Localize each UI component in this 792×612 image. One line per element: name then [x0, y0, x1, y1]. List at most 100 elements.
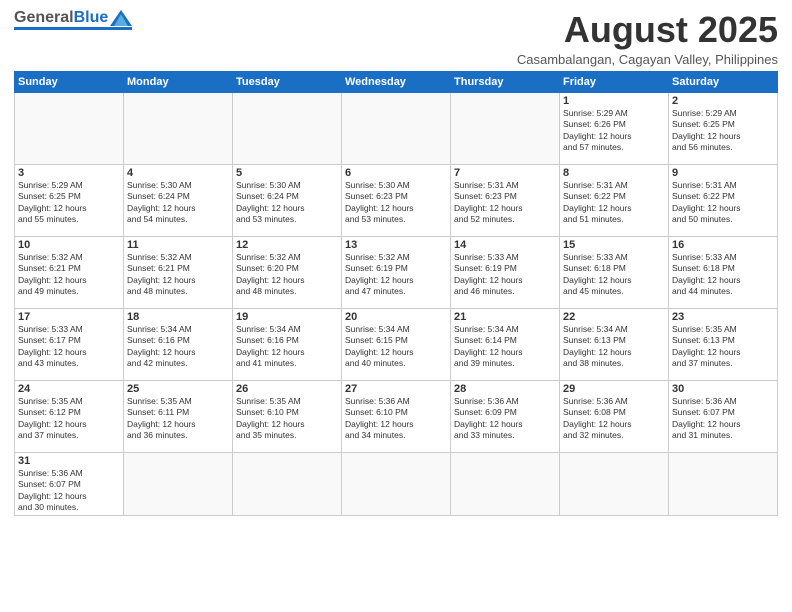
- day-info: Sunrise: 5:32 AM Sunset: 6:19 PM Dayligh…: [345, 252, 447, 298]
- day-info: Sunrise: 5:34 AM Sunset: 6:16 PM Dayligh…: [127, 324, 229, 370]
- table-row: [342, 452, 451, 516]
- day-info: Sunrise: 5:33 AM Sunset: 6:18 PM Dayligh…: [563, 252, 665, 298]
- table-row: 22Sunrise: 5:34 AM Sunset: 6:13 PM Dayli…: [560, 308, 669, 380]
- day-info: Sunrise: 5:36 AM Sunset: 6:08 PM Dayligh…: [563, 396, 665, 442]
- table-row: 18Sunrise: 5:34 AM Sunset: 6:16 PM Dayli…: [124, 308, 233, 380]
- calendar-week-4: 17Sunrise: 5:33 AM Sunset: 6:17 PM Dayli…: [15, 308, 778, 380]
- header: General Blue August 2025 Casambalangan, …: [14, 10, 778, 67]
- day-number: 22: [563, 311, 665, 323]
- day-number: 12: [236, 239, 338, 251]
- day-number: 23: [672, 311, 774, 323]
- table-row: 7Sunrise: 5:31 AM Sunset: 6:23 PM Daylig…: [451, 164, 560, 236]
- day-number: 19: [236, 311, 338, 323]
- table-row: 17Sunrise: 5:33 AM Sunset: 6:17 PM Dayli…: [15, 308, 124, 380]
- subtitle: Casambalangan, Cagayan Valley, Philippin…: [517, 52, 778, 67]
- calendar-page: General Blue August 2025 Casambalangan, …: [0, 0, 792, 612]
- col-thursday: Thursday: [451, 71, 560, 92]
- day-info: Sunrise: 5:29 AM Sunset: 6:26 PM Dayligh…: [563, 108, 665, 154]
- table-row: 12Sunrise: 5:32 AM Sunset: 6:20 PM Dayli…: [233, 236, 342, 308]
- logo-blue-text: Blue: [74, 10, 109, 26]
- col-friday: Friday: [560, 71, 669, 92]
- day-info: Sunrise: 5:29 AM Sunset: 6:25 PM Dayligh…: [18, 180, 120, 226]
- table-row: [669, 452, 778, 516]
- day-info: Sunrise: 5:32 AM Sunset: 6:21 PM Dayligh…: [127, 252, 229, 298]
- table-row: 25Sunrise: 5:35 AM Sunset: 6:11 PM Dayli…: [124, 380, 233, 452]
- table-row: 9Sunrise: 5:31 AM Sunset: 6:22 PM Daylig…: [669, 164, 778, 236]
- table-row: [124, 452, 233, 516]
- table-row: 16Sunrise: 5:33 AM Sunset: 6:18 PM Dayli…: [669, 236, 778, 308]
- table-row: [342, 92, 451, 164]
- table-row: 1Sunrise: 5:29 AM Sunset: 6:26 PM Daylig…: [560, 92, 669, 164]
- day-info: Sunrise: 5:30 AM Sunset: 6:23 PM Dayligh…: [345, 180, 447, 226]
- day-info: Sunrise: 5:31 AM Sunset: 6:23 PM Dayligh…: [454, 180, 556, 226]
- day-number: 9: [672, 167, 774, 179]
- day-info: Sunrise: 5:36 AM Sunset: 6:07 PM Dayligh…: [18, 468, 120, 514]
- day-number: 27: [345, 383, 447, 395]
- day-number: 21: [454, 311, 556, 323]
- day-number: 31: [18, 455, 120, 467]
- day-number: 5: [236, 167, 338, 179]
- day-info: Sunrise: 5:36 AM Sunset: 6:07 PM Dayligh…: [672, 396, 774, 442]
- col-wednesday: Wednesday: [342, 71, 451, 92]
- table-row: [124, 92, 233, 164]
- table-row: [15, 92, 124, 164]
- col-saturday: Saturday: [669, 71, 778, 92]
- day-number: 25: [127, 383, 229, 395]
- day-info: Sunrise: 5:35 AM Sunset: 6:13 PM Dayligh…: [672, 324, 774, 370]
- day-number: 17: [18, 311, 120, 323]
- table-row: 3Sunrise: 5:29 AM Sunset: 6:25 PM Daylig…: [15, 164, 124, 236]
- day-number: 7: [454, 167, 556, 179]
- day-info: Sunrise: 5:35 AM Sunset: 6:12 PM Dayligh…: [18, 396, 120, 442]
- calendar-week-6: 31Sunrise: 5:36 AM Sunset: 6:07 PM Dayli…: [15, 452, 778, 516]
- table-row: 14Sunrise: 5:33 AM Sunset: 6:19 PM Dayli…: [451, 236, 560, 308]
- table-row: 10Sunrise: 5:32 AM Sunset: 6:21 PM Dayli…: [15, 236, 124, 308]
- calendar-header: Sunday Monday Tuesday Wednesday Thursday…: [15, 71, 778, 92]
- main-title: August 2025: [517, 10, 778, 50]
- logo: General Blue: [14, 10, 132, 30]
- day-number: 24: [18, 383, 120, 395]
- day-info: Sunrise: 5:29 AM Sunset: 6:25 PM Dayligh…: [672, 108, 774, 154]
- day-info: Sunrise: 5:31 AM Sunset: 6:22 PM Dayligh…: [563, 180, 665, 226]
- title-section: August 2025 Casambalangan, Cagayan Valle…: [517, 10, 778, 67]
- day-info: Sunrise: 5:31 AM Sunset: 6:22 PM Dayligh…: [672, 180, 774, 226]
- table-row: 23Sunrise: 5:35 AM Sunset: 6:13 PM Dayli…: [669, 308, 778, 380]
- day-info: Sunrise: 5:34 AM Sunset: 6:16 PM Dayligh…: [236, 324, 338, 370]
- table-row: 21Sunrise: 5:34 AM Sunset: 6:14 PM Dayli…: [451, 308, 560, 380]
- table-row: 8Sunrise: 5:31 AM Sunset: 6:22 PM Daylig…: [560, 164, 669, 236]
- table-row: 2Sunrise: 5:29 AM Sunset: 6:25 PM Daylig…: [669, 92, 778, 164]
- table-row: 13Sunrise: 5:32 AM Sunset: 6:19 PM Dayli…: [342, 236, 451, 308]
- table-row: 6Sunrise: 5:30 AM Sunset: 6:23 PM Daylig…: [342, 164, 451, 236]
- col-monday: Monday: [124, 71, 233, 92]
- table-row: [233, 452, 342, 516]
- calendar-week-5: 24Sunrise: 5:35 AM Sunset: 6:12 PM Dayli…: [15, 380, 778, 452]
- day-number: 3: [18, 167, 120, 179]
- calendar-body: 1Sunrise: 5:29 AM Sunset: 6:26 PM Daylig…: [15, 92, 778, 516]
- table-row: [560, 452, 669, 516]
- table-row: 15Sunrise: 5:33 AM Sunset: 6:18 PM Dayli…: [560, 236, 669, 308]
- calendar-table: Sunday Monday Tuesday Wednesday Thursday…: [14, 71, 778, 517]
- day-info: Sunrise: 5:33 AM Sunset: 6:19 PM Dayligh…: [454, 252, 556, 298]
- calendar-week-1: 1Sunrise: 5:29 AM Sunset: 6:26 PM Daylig…: [15, 92, 778, 164]
- logo-underline: [14, 27, 132, 30]
- day-number: 15: [563, 239, 665, 251]
- day-number: 16: [672, 239, 774, 251]
- table-row: 19Sunrise: 5:34 AM Sunset: 6:16 PM Dayli…: [233, 308, 342, 380]
- header-row: Sunday Monday Tuesday Wednesday Thursday…: [15, 71, 778, 92]
- table-row: 4Sunrise: 5:30 AM Sunset: 6:24 PM Daylig…: [124, 164, 233, 236]
- day-number: 6: [345, 167, 447, 179]
- day-number: 18: [127, 311, 229, 323]
- day-number: 1: [563, 95, 665, 107]
- table-row: [233, 92, 342, 164]
- day-number: 11: [127, 239, 229, 251]
- table-row: 31Sunrise: 5:36 AM Sunset: 6:07 PM Dayli…: [15, 452, 124, 516]
- table-row: [451, 92, 560, 164]
- day-number: 30: [672, 383, 774, 395]
- table-row: 11Sunrise: 5:32 AM Sunset: 6:21 PM Dayli…: [124, 236, 233, 308]
- calendar-week-3: 10Sunrise: 5:32 AM Sunset: 6:21 PM Dayli…: [15, 236, 778, 308]
- day-number: 28: [454, 383, 556, 395]
- day-info: Sunrise: 5:35 AM Sunset: 6:10 PM Dayligh…: [236, 396, 338, 442]
- table-row: [451, 452, 560, 516]
- table-row: 24Sunrise: 5:35 AM Sunset: 6:12 PM Dayli…: [15, 380, 124, 452]
- table-row: 29Sunrise: 5:36 AM Sunset: 6:08 PM Dayli…: [560, 380, 669, 452]
- day-info: Sunrise: 5:30 AM Sunset: 6:24 PM Dayligh…: [127, 180, 229, 226]
